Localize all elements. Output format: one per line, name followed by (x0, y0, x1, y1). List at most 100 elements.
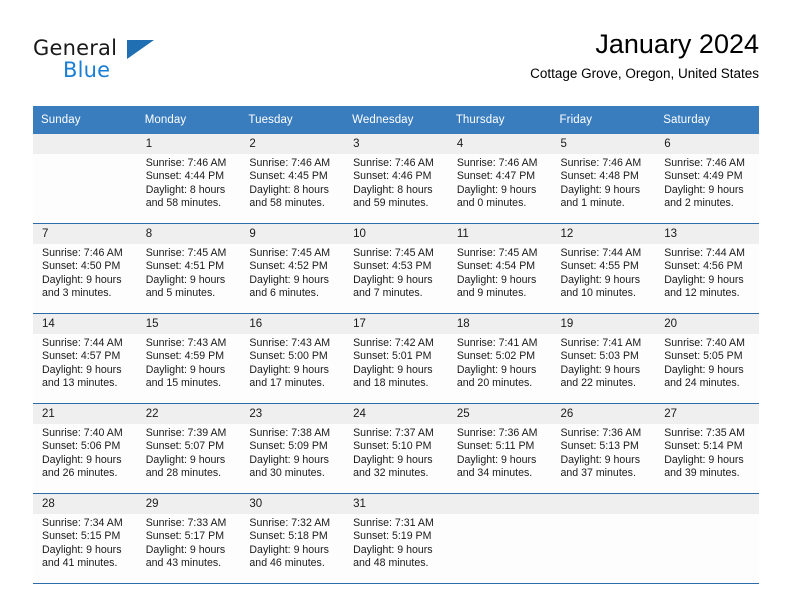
day-daylight2-text: and 26 minutes. (42, 467, 118, 480)
page-title: January 2024 (595, 29, 759, 59)
calendar-day-cell[interactable]: 31 Sunrise: 7:31 AM Sunset: 5:19 PM Dayligh… (344, 494, 448, 583)
day-daylight2-text: and 1 minute. (560, 197, 625, 210)
day-sunrise-text: Sunrise: 7:36 AM (560, 427, 642, 439)
day-sun-info: Sunrise: 7:44 AM Sunset: 4:55 PM Daylight:… (552, 244, 656, 301)
calendar-day-cell[interactable]: 19 Sunrise: 7:41 AM Sunset: 5:03 PM Dayligh… (551, 314, 656, 403)
day-sun-info: Sunrise: 7:46 AM Sunset: 4:45 PM Daylight:… (240, 154, 344, 211)
day-sunset-text: Sunset: 4:55 PM (560, 260, 639, 273)
calendar-day-cell[interactable]: 7 Sunrise: 7:46 AM Sunset: 4:50 PM Daylight… (33, 224, 137, 313)
day-sunrise-text: Sunrise: 7:46 AM (249, 157, 331, 169)
calendar-day-cell[interactable]: 16 Sunrise: 7:43 AM Sunset: 5:00 PM Dayligh… (240, 314, 345, 403)
day-daylight1-text: Daylight: 9 hours (145, 273, 226, 286)
calendar-day-cell[interactable]: 21 Sunrise: 7:40 AM Sunset: 5:06 PM Dayligh… (33, 404, 137, 493)
day-daylight1-text: Daylight: 9 hours (249, 273, 329, 286)
day-daylight1-text: Daylight: 9 hours (145, 363, 226, 376)
calendar-day-cell[interactable]: 29 Sunrise: 7:33 AM Sunset: 5:17 PM Dayligh… (136, 494, 241, 583)
calendar-day-cell[interactable]: 10 Sunrise: 7:45 AM Sunset: 4:53 PM Dayligh… (344, 224, 448, 313)
calendar-day-cell[interactable]: 1 Sunrise: 7:46 AM Sunset: 4:44 PM Daylight… (136, 134, 241, 223)
day-daylight1-text: Daylight: 9 hours (560, 453, 641, 466)
day-sunset-text: Sunset: 4:56 PM (664, 260, 743, 273)
calendar-day-cell[interactable]: 30 Sunrise: 7:32 AM Sunset: 5:18 PM Dayligh… (240, 494, 345, 583)
day-number: 18 (447, 314, 552, 334)
calendar-day-cell[interactable]: 3 Sunrise: 7:46 AM Sunset: 4:46 PM Daylight… (344, 134, 448, 223)
day-daylight1-text: Daylight: 9 hours (560, 183, 641, 196)
day-sunset-text: Sunset: 4:53 PM (353, 260, 432, 273)
day-number: 13 (655, 224, 759, 244)
day-daylight2-text: and 13 minutes. (42, 377, 118, 390)
calendar-day-cell[interactable]: 25 Sunrise: 7:36 AM Sunset: 5:11 PM Dayligh… (447, 404, 552, 493)
day-daylight1-text: Daylight: 9 hours (353, 273, 433, 286)
day-number (447, 494, 552, 514)
day-number (655, 494, 759, 514)
day-sun-info: Sunrise: 7:46 AM Sunset: 4:48 PM Daylight:… (552, 154, 656, 211)
day-sunset-text: Sunset: 5:06 PM (42, 440, 121, 453)
day-sunset-text: Sunset: 5:14 PM (664, 440, 743, 453)
day-daylight1-text: Daylight: 9 hours (145, 543, 226, 556)
calendar-day-cell[interactable]: 5 Sunrise: 7:46 AM Sunset: 4:48 PM Daylight… (551, 134, 656, 223)
calendar-day-cell[interactable]: 28 Sunrise: 7:34 AM Sunset: 5:15 PM Dayligh… (33, 494, 137, 583)
day-sunset-text: Sunset: 5:03 PM (560, 350, 639, 363)
day-sunrise-text: Sunrise: 7:44 AM (560, 247, 642, 259)
calendar-day-cell[interactable]: 6 Sunrise: 7:46 AM Sunset: 4:49 PM Daylight… (655, 134, 759, 223)
day-number: 25 (447, 404, 552, 424)
day-daylight2-text: and 5 minutes. (145, 287, 216, 300)
calendar-container: Sunday Monday Tuesday Wednesday Thursday Frid… (33, 106, 759, 584)
calendar-day-cell[interactable]: 20 Sunrise: 7:40 AM Sunset: 5:05 PM Dayligh… (655, 314, 759, 403)
calendar-day-cell[interactable]: 14 Sunrise: 7:44 AM Sunset: 4:57 PM Dayligh… (33, 314, 137, 403)
calendar-day-cell[interactable]: 12 Sunrise: 7:44 AM Sunset: 4:55 PM Dayligh… (551, 224, 656, 313)
calendar-day-cell-empty (551, 494, 656, 583)
day-sunset-text: Sunset: 4:49 PM (664, 170, 743, 183)
calendar-day-cell[interactable]: 15 Sunrise: 7:43 AM Sunset: 4:59 PM Dayligh… (136, 314, 241, 403)
calendar-week-row: 14 Sunrise: 7:44 AM Sunset: 4:57 PM Dayligh… (33, 313, 759, 404)
calendar-day-cell[interactable]: 17 Sunrise: 7:42 AM Sunset: 5:01 PM Dayligh… (344, 314, 448, 403)
day-daylight2-text: and 3 minutes. (42, 287, 112, 300)
day-sun-info: Sunrise: 7:45 AM Sunset: 4:52 PM Daylight:… (240, 244, 344, 301)
day-sunrise-text: Sunrise: 7:45 AM (249, 247, 331, 259)
day-sun-info: Sunrise: 7:32 AM Sunset: 5:18 PM Daylight:… (240, 514, 344, 571)
calendar-day-cell[interactable]: 18 Sunrise: 7:41 AM Sunset: 5:02 PM Dayligh… (447, 314, 552, 403)
day-daylight2-text: and 30 minutes. (249, 467, 325, 480)
day-daylight1-text: Daylight: 8 hours (353, 183, 433, 196)
weekday-header-tuesday: Tuesday (240, 106, 345, 134)
day-daylight1-text: Daylight: 9 hours (249, 543, 329, 556)
day-sunrise-text: Sunrise: 7:46 AM (145, 157, 227, 169)
calendar-day-cell[interactable]: 24 Sunrise: 7:37 AM Sunset: 5:10 PM Dayligh… (344, 404, 448, 493)
day-sunrise-text: Sunrise: 7:35 AM (664, 427, 745, 439)
logo-text-general: General (33, 36, 118, 60)
day-sunrise-text: Sunrise: 7:43 AM (145, 337, 227, 349)
day-daylight2-text: and 22 minutes. (560, 377, 636, 390)
calendar-day-cell[interactable]: 8 Sunrise: 7:45 AM Sunset: 4:51 PM Daylight… (136, 224, 241, 313)
logo-text-blue: Blue (63, 58, 111, 82)
day-sunrise-text: Sunrise: 7:40 AM (664, 337, 745, 349)
calendar-day-cell[interactable]: 23 Sunrise: 7:38 AM Sunset: 5:09 PM Dayligh… (240, 404, 345, 493)
day-sunrise-text: Sunrise: 7:45 AM (353, 247, 434, 259)
calendar-body: 1 Sunrise: 7:46 AM Sunset: 4:44 PM Daylight… (33, 134, 759, 583)
calendar-day-cell[interactable]: 4 Sunrise: 7:46 AM Sunset: 4:47 PM Daylight… (447, 134, 552, 223)
day-daylight1-text: Daylight: 9 hours (42, 363, 122, 376)
day-sunrise-text: Sunrise: 7:43 AM (249, 337, 331, 349)
page-header: General Blue January 2024 Cottage Grove,… (33, 28, 759, 98)
calendar-week-row: 7 Sunrise: 7:46 AM Sunset: 4:50 PM Daylight… (33, 223, 759, 314)
calendar-day-cell[interactable]: 13 Sunrise: 7:44 AM Sunset: 4:56 PM Dayligh… (655, 224, 759, 313)
day-daylight2-text: and 32 minutes. (353, 467, 429, 480)
calendar-day-cell[interactable]: 11 Sunrise: 7:45 AM Sunset: 4:54 PM Dayligh… (447, 224, 552, 313)
calendar-day-cell[interactable]: 2 Sunrise: 7:46 AM Sunset: 4:45 PM Daylight… (240, 134, 345, 223)
calendar-day-cell[interactable]: 27 Sunrise: 7:35 AM Sunset: 5:14 PM Dayligh… (655, 404, 759, 493)
day-daylight2-text: and 17 minutes. (249, 377, 325, 390)
day-sunrise-text: Sunrise: 7:34 AM (42, 517, 123, 529)
calendar-day-cell[interactable]: 22 Sunrise: 7:39 AM Sunset: 5:07 PM Dayligh… (136, 404, 241, 493)
day-number: 11 (447, 224, 552, 244)
day-sun-info: Sunrise: 7:39 AM Sunset: 5:07 PM Daylight:… (137, 424, 241, 481)
calendar-day-cell[interactable]: 26 Sunrise: 7:36 AM Sunset: 5:13 PM Dayligh… (551, 404, 656, 493)
day-daylight2-text: and 12 minutes. (664, 287, 740, 300)
day-sun-info: Sunrise: 7:46 AM Sunset: 4:49 PM Daylight:… (655, 154, 759, 211)
day-sun-info: Sunrise: 7:45 AM Sunset: 4:51 PM Daylight:… (137, 244, 241, 301)
day-sun-info: Sunrise: 7:46 AM Sunset: 4:47 PM Daylight:… (448, 154, 552, 211)
day-sun-info: Sunrise: 7:38 AM Sunset: 5:09 PM Daylight:… (240, 424, 344, 481)
day-sun-info: Sunrise: 7:46 AM Sunset: 4:46 PM Daylight:… (344, 154, 448, 211)
calendar-day-cell[interactable]: 9 Sunrise: 7:45 AM Sunset: 4:52 PM Daylight… (240, 224, 345, 313)
day-daylight1-text: Daylight: 8 hours (145, 183, 226, 196)
calendar-week-row: 1 Sunrise: 7:46 AM Sunset: 4:44 PM Daylight… (33, 134, 759, 224)
day-sunrise-text: Sunrise: 7:41 AM (456, 337, 538, 349)
day-daylight2-text: and 59 minutes. (353, 197, 429, 210)
